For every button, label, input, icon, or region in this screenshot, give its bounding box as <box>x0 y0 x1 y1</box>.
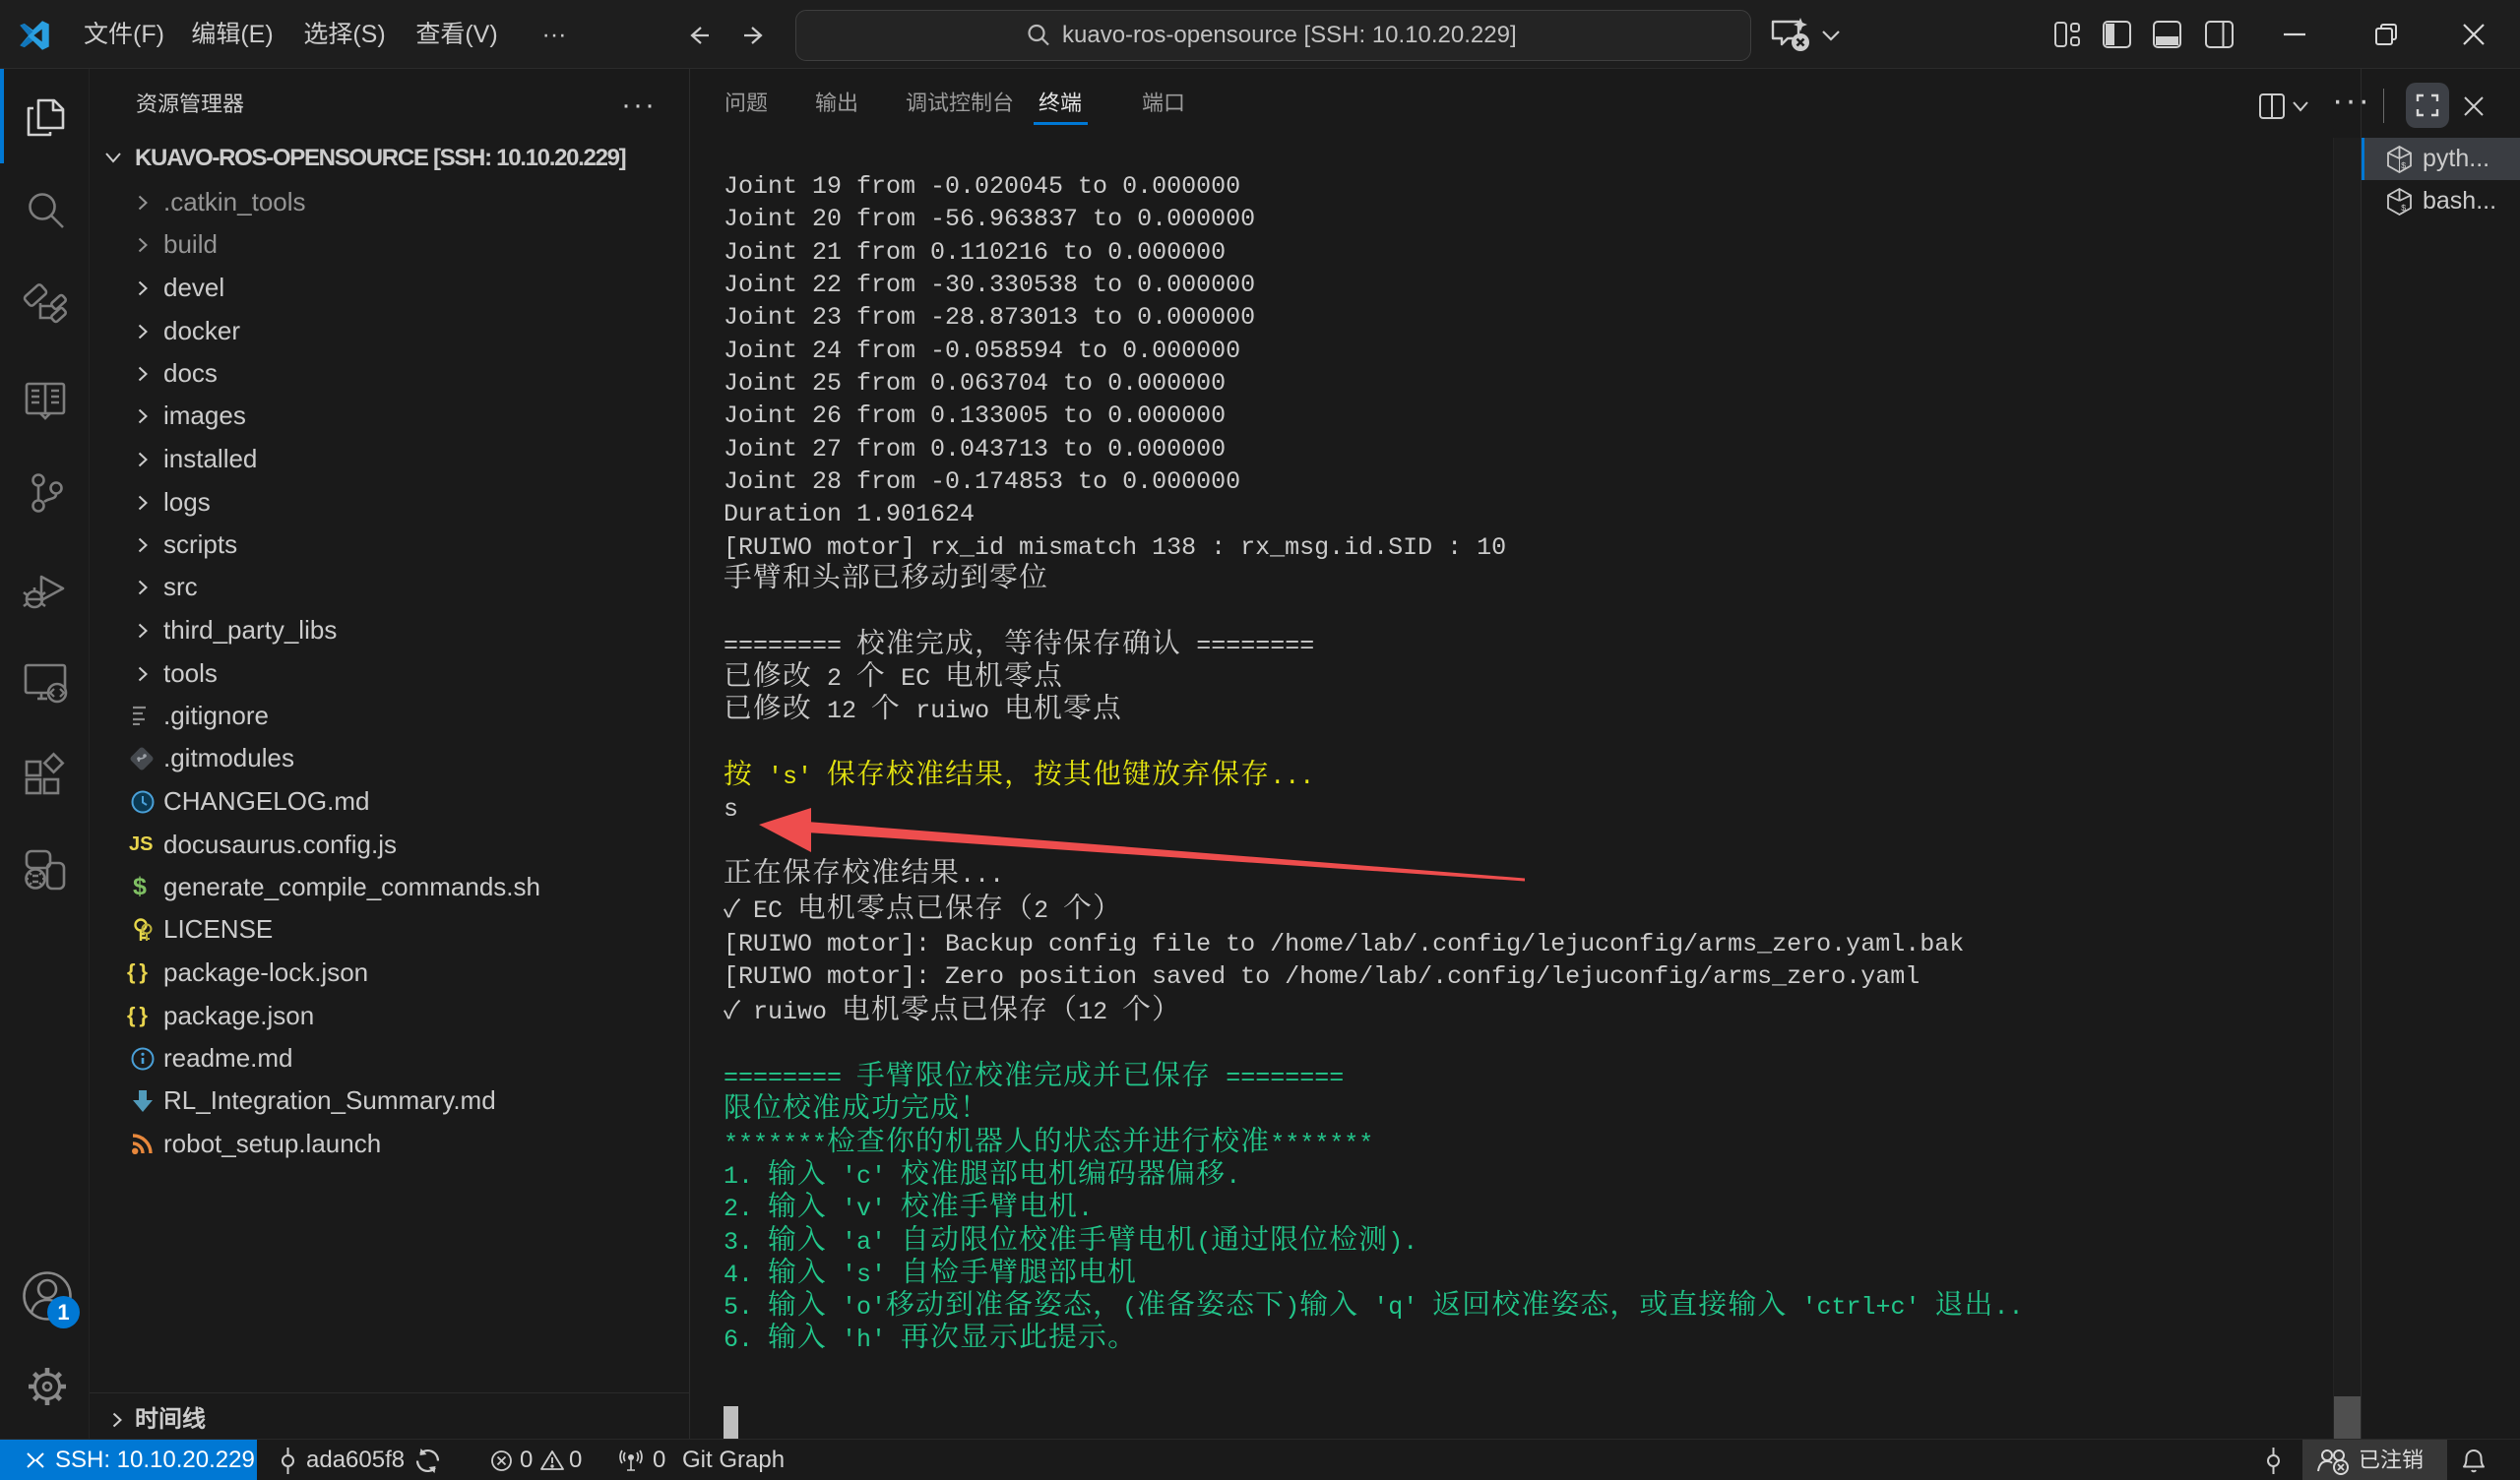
svg-text:$: $ <box>2401 161 2407 171</box>
svg-text:$: $ <box>2401 204 2407 214</box>
